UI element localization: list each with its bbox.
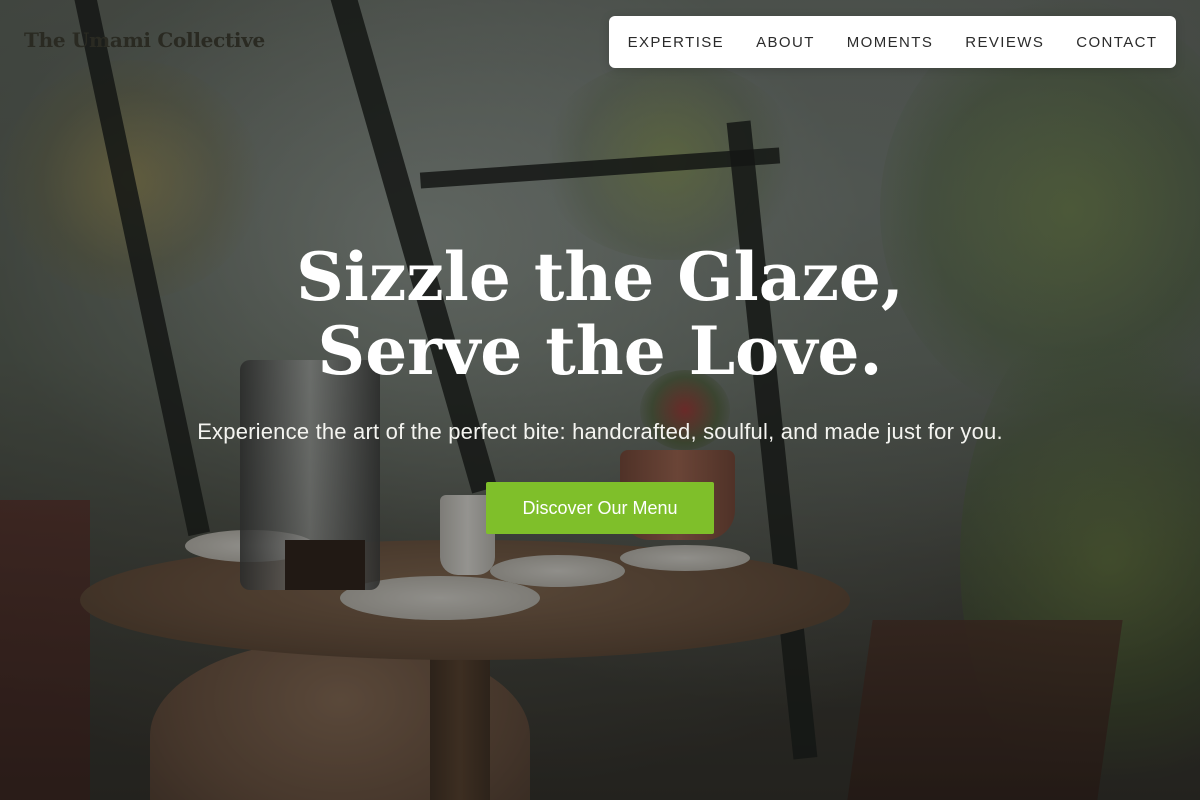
hero-content: Sizzle the Glaze, Serve the Love. Experi… bbox=[0, 240, 1200, 534]
nav-item-contact[interactable]: CONTACT bbox=[1060, 34, 1173, 51]
hero-section: The Umami Collective EXPERTISE ABOUT MOM… bbox=[0, 0, 1200, 800]
nav-item-moments[interactable]: MOMENTS bbox=[831, 34, 949, 51]
nav-item-reviews[interactable]: REVIEWS bbox=[949, 34, 1060, 51]
main-navigation: EXPERTISE ABOUT MOMENTS REVIEWS CONTACT bbox=[609, 16, 1176, 68]
discover-menu-button[interactable]: Discover Our Menu bbox=[486, 482, 714, 534]
hero-subheadline: Experience the art of the perfect bite: … bbox=[197, 419, 1003, 444]
brand-logo[interactable]: The Umami Collective bbox=[24, 28, 265, 52]
nav-item-about[interactable]: ABOUT bbox=[740, 34, 831, 51]
nav-item-expertise[interactable]: EXPERTISE bbox=[612, 34, 741, 51]
hero-headline: Sizzle the Glaze, Serve the Love. bbox=[296, 238, 904, 390]
